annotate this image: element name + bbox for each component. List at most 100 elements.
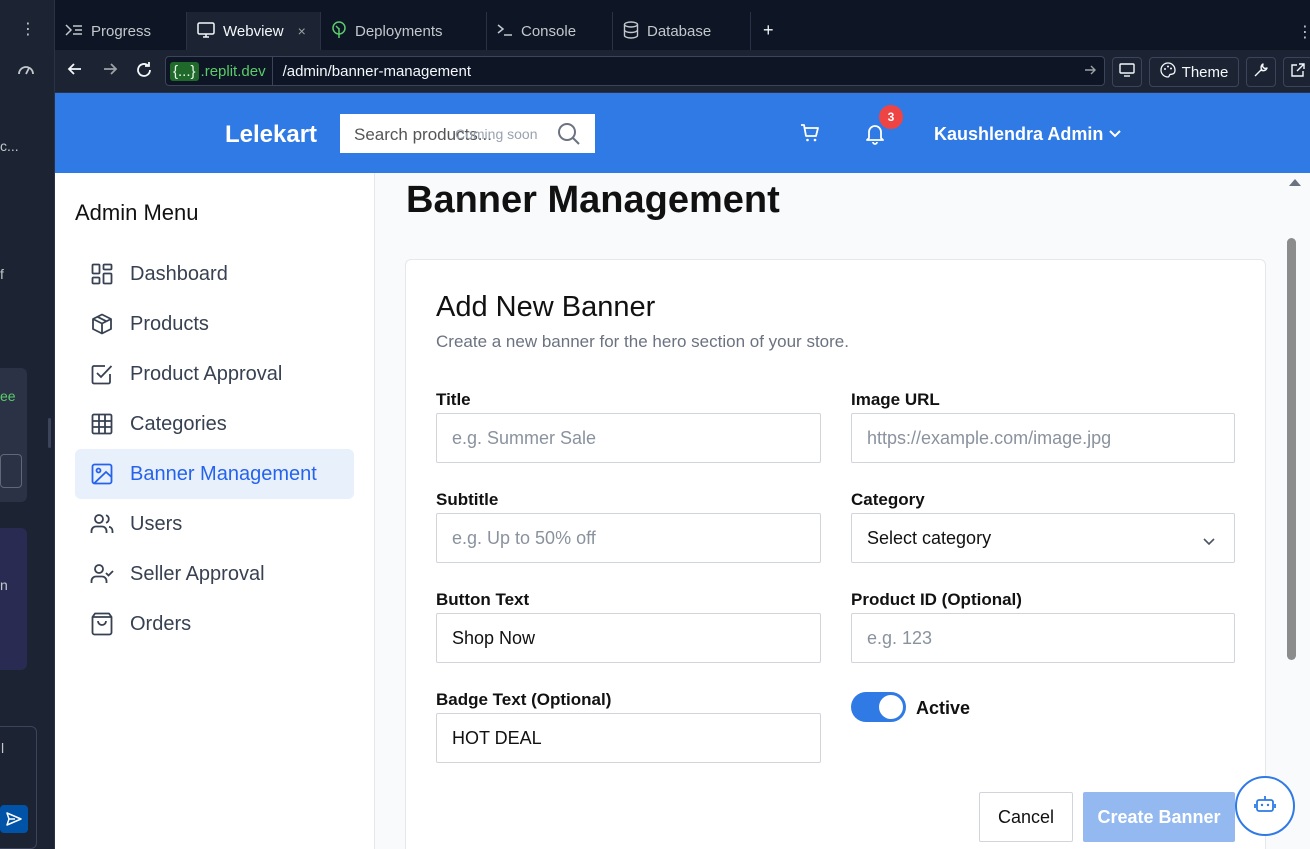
subtitle-label: Subtitle [436, 490, 499, 509]
url-host: {...} .replit.dev [166, 57, 273, 85]
category-selected-value: Select category [867, 527, 992, 548]
close-icon[interactable]: × [298, 23, 306, 39]
scrollbar-thumb[interactable] [1287, 238, 1296, 660]
truncated-text: l [1, 740, 5, 756]
search-icon[interactable] [557, 122, 581, 151]
side-input[interactable] [0, 454, 22, 488]
robot-icon [1254, 793, 1276, 820]
sidebar-item-label: Product Approval [130, 362, 283, 385]
category-label: Category [851, 490, 925, 509]
sidebar-item-label: Orders [130, 612, 192, 635]
more-options-icon[interactable]: ⋮ [1297, 22, 1310, 42]
sidebar-item-seller-approval[interactable]: Seller Approval [75, 549, 354, 599]
sidebar-item-label: Seller Approval [130, 562, 265, 585]
dashboard-icon [90, 262, 114, 286]
page-title: Banner Management [406, 179, 780, 221]
image-icon [90, 462, 114, 486]
create-banner-button[interactable]: Create Banner [1083, 792, 1235, 842]
user-check-icon [90, 562, 114, 586]
theme-button[interactable]: Theme [1149, 57, 1239, 87]
users-icon [90, 512, 114, 536]
truncated-text: f [0, 266, 4, 282]
open-new-tab-button[interactable] [1283, 57, 1310, 87]
url-bar[interactable]: {...} .replit.dev /admin/banner-manageme… [165, 56, 1105, 86]
database-icon [623, 20, 639, 42]
active-toggle[interactable] [851, 692, 906, 722]
external-link-icon [1290, 62, 1306, 82]
sidebar-item-categories[interactable]: Categories [75, 399, 354, 449]
tab-console[interactable]: Console [487, 12, 613, 50]
sidebar-item-products[interactable]: Products [75, 299, 354, 349]
tab-progress[interactable]: Progress [55, 12, 187, 50]
search-bar[interactable]: Search products... Coming soon [340, 114, 595, 153]
theme-label: Theme [1181, 63, 1229, 81]
chevron-down-icon[interactable] [1108, 126, 1122, 144]
image-url-label: Image URL [851, 390, 940, 409]
progress-icon [65, 23, 83, 40]
title-input[interactable] [436, 413, 821, 463]
sidebar-item-orders[interactable]: Orders [75, 599, 354, 649]
cart-icon[interactable] [800, 123, 820, 148]
card-description: Create a new banner for the hero section… [436, 332, 849, 351]
tab-label: Webview [223, 22, 284, 40]
url-path: /admin/banner-management [282, 62, 472, 80]
title-label: Title [436, 390, 471, 409]
tab-label: Deployments [355, 22, 443, 40]
coming-soon-label: Coming soon [455, 126, 538, 142]
brand-logo[interactable]: Lelekart [225, 121, 317, 149]
deploy-icon [331, 20, 347, 42]
badge-text-input[interactable] [436, 713, 821, 763]
sidebar-item-dashboard[interactable]: Dashboard [75, 249, 354, 299]
sidebar-item-label: Banner Management [130, 462, 317, 485]
user-menu[interactable]: Kaushlendra Admin [934, 124, 1103, 145]
card-title: Add New Banner [436, 291, 656, 323]
chatbot-button[interactable] [1235, 776, 1295, 836]
toggle-knob [879, 695, 903, 719]
notification-badge: 3 [879, 105, 903, 129]
cancel-button[interactable]: Cancel [979, 792, 1073, 842]
checkbox-icon [90, 362, 114, 386]
devtools-button[interactable] [1246, 57, 1276, 87]
sidebar-item-label: Products [130, 312, 209, 335]
tab-database[interactable]: Database [613, 12, 751, 50]
speed-gauge-icon[interactable] [17, 62, 35, 81]
product-id-input[interactable] [851, 613, 1235, 663]
sidebar-title: Admin Menu [75, 200, 199, 225]
bell-icon[interactable] [865, 123, 885, 150]
category-select[interactable]: Select category [851, 513, 1235, 563]
truncated-text: ee [0, 388, 16, 404]
button-text-input[interactable] [436, 613, 821, 663]
truncated-text: c... [0, 138, 19, 154]
chevron-down-icon [1202, 531, 1216, 552]
tab-deployments[interactable]: Deployments [321, 12, 487, 50]
more-options-icon[interactable]: ⋮ [20, 22, 36, 38]
url-host-domain: .replit.dev [200, 62, 266, 80]
sidebar-item-users[interactable]: Users [75, 499, 354, 549]
subtitle-input[interactable] [436, 513, 821, 563]
sidebar-item-label: Categories [130, 412, 227, 435]
send-icon[interactable] [0, 805, 28, 833]
go-arrow-icon[interactable] [1084, 63, 1096, 79]
terminal-icon [497, 23, 513, 40]
scrollbar[interactable] [1283, 173, 1310, 849]
url-host-prefix: {...} [170, 61, 199, 81]
wrench-icon [1253, 62, 1269, 82]
tab-label: Database [647, 22, 712, 40]
tab-label: Console [521, 22, 577, 40]
reload-icon[interactable] [135, 61, 153, 84]
device-preview-button[interactable] [1112, 57, 1142, 87]
scroll-up-arrow-icon[interactable] [1289, 179, 1301, 186]
tab-webview[interactable]: Webview × [187, 12, 321, 50]
image-url-input[interactable] [851, 413, 1235, 463]
sidebar-item-product-approval[interactable]: Product Approval [75, 349, 354, 399]
truncated-text: n [0, 577, 8, 593]
monitor-icon [197, 21, 215, 41]
sidebar-item-banner-management[interactable]: Banner Management [75, 449, 354, 499]
resize-handle[interactable] [48, 418, 51, 448]
site-header: Lelekart Search products... Coming soon … [55, 93, 1310, 173]
forward-arrow-icon[interactable] [102, 61, 118, 82]
back-arrow-icon[interactable] [67, 61, 83, 82]
add-tab-icon[interactable]: + [763, 20, 774, 41]
main-content: Banner Management Add New Banner Create … [375, 173, 1310, 849]
admin-sidebar: Admin Menu Dashboard Products Product Ap… [55, 173, 375, 849]
